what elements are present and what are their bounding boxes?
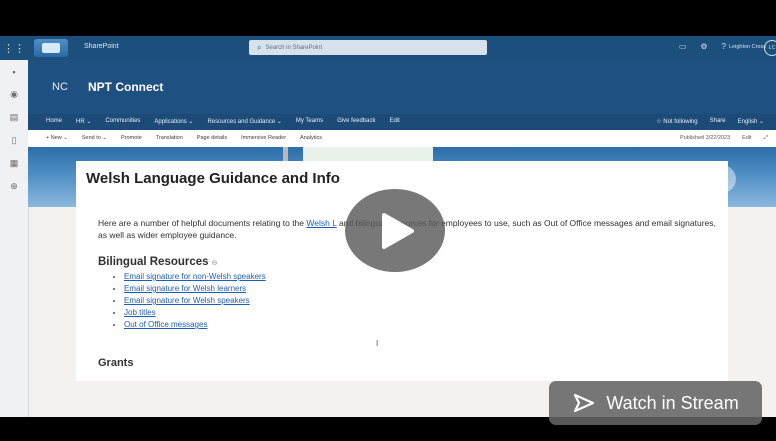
nav-item-my-teams[interactable]: My Teams — [296, 118, 323, 125]
list-item: Email signature for Welsh speakers — [124, 295, 266, 307]
share-button[interactable]: Share — [710, 118, 726, 125]
watch-in-stream-label: Watch in Stream — [606, 392, 739, 413]
list-item: Out of Office messages — [124, 319, 266, 331]
resource-link[interactable]: Job titles — [124, 308, 156, 317]
site-logo[interactable]: NC — [52, 81, 68, 93]
play-button[interactable] — [345, 189, 445, 272]
settings-icon[interactable]: ⚙ — [700, 42, 707, 51]
app-name[interactable]: SharePoint — [84, 43, 119, 50]
sharepoint-logo[interactable] — [34, 39, 68, 57]
text-cursor-icon: I — [376, 339, 379, 348]
list-item: Email signature for Welsh learners — [124, 283, 266, 295]
list-icon[interactable]: ▦ — [0, 152, 28, 175]
link-icon[interactable]: ⊖ — [212, 260, 218, 267]
nav-item-communities[interactable]: Communities — [105, 118, 140, 125]
site-header: NC NPT Connect — [28, 60, 776, 114]
watch-in-stream-button[interactable]: Watch in Stream — [549, 381, 762, 425]
resource-link[interactable]: Email signature for Welsh learners — [124, 284, 246, 293]
play-icon — [382, 212, 414, 249]
new-button[interactable]: + New ⌄ — [46, 135, 68, 141]
avatar[interactable]: LC — [764, 40, 776, 56]
list-item: Job titles — [124, 307, 266, 319]
user-name[interactable]: Leighton Cross — [729, 44, 766, 50]
immersive-reader-button[interactable]: Immersive Reader — [241, 135, 286, 141]
nav-item-home[interactable]: Home — [46, 118, 62, 125]
page-details-button[interactable]: Page details — [197, 135, 227, 141]
nav-item-give-feedback[interactable]: Give feedback — [337, 118, 375, 125]
published-date: Published 3/22/2023 — [679, 135, 731, 141]
nav-item-applications[interactable]: Applications ⌄ — [154, 118, 193, 125]
intro-text-start: Here are a number of helpful documents r… — [98, 218, 307, 228]
section-heading-grants: Grants — [98, 357, 134, 369]
nav-actions: ☆ Not following Share English ⌄ — [656, 118, 764, 125]
search-placeholder: Search in SharePoint — [265, 44, 323, 51]
list-item: Email signature for non-Welsh speakers — [124, 271, 266, 283]
resource-link[interactable]: Email signature for Welsh speakers — [124, 296, 250, 305]
nav-item-hr[interactable]: HR ⌄ — [76, 118, 91, 125]
help-icon[interactable]: ? — [722, 42, 726, 51]
follow-button[interactable]: ☆ Not following — [656, 118, 697, 125]
translation-button[interactable]: Translation — [156, 135, 183, 141]
suite-icons: ▭ ⚙ ? — [679, 42, 726, 51]
search-box[interactable]: ⌕ Search in SharePoint — [249, 40, 487, 55]
add-icon[interactable]: ⊕ — [0, 175, 28, 198]
chat-icon[interactable]: ▭ — [679, 42, 687, 51]
command-bar: + New ⌄ Send to ⌄ Promote Translation Pa… — [28, 130, 776, 148]
section-heading-bilingual-text: Bilingual Resources — [98, 256, 209, 268]
news-icon[interactable]: ▤ — [0, 106, 28, 129]
send-to-button[interactable]: Send to ⌄ — [82, 135, 107, 141]
stream-icon — [574, 393, 595, 413]
resource-link[interactable]: Email signature for non-Welsh speakers — [124, 272, 266, 281]
language-select[interactable]: English ⌄ — [738, 118, 764, 125]
welsh-language-link[interactable]: Welsh L — [306, 218, 336, 228]
nav-items: Home HR ⌄ Communities Applications ⌄ Res… — [46, 118, 400, 125]
analytics-button[interactable]: Analytics — [300, 135, 322, 141]
globe-icon[interactable]: ◉ — [0, 83, 28, 106]
file-icon[interactable]: ▯ — [0, 129, 28, 152]
suite-bar: ⋮⋮ SharePoint ⌕ Search in SharePoint ▭ ⚙… — [0, 36, 776, 60]
promote-button[interactable]: Promote — [121, 135, 142, 141]
edit-button[interactable]: Edit — [742, 135, 751, 142]
expand-icon[interactable]: ⤢ — [764, 135, 768, 142]
left-rail: ▪ ◉ ▤ ▯ ▦ ⊕ — [0, 60, 29, 417]
resource-link[interactable]: Out of Office messages — [124, 320, 207, 329]
section-heading-bilingual: Bilingual Resources ⊖ — [98, 256, 217, 268]
site-nav: Home HR ⌄ Communities Applications ⌄ Res… — [28, 114, 776, 130]
site-title[interactable]: NPT Connect — [88, 80, 163, 94]
command-items: + New ⌄ Send to ⌄ Promote Translation Pa… — [46, 135, 322, 141]
home-icon[interactable]: ▪ — [0, 60, 28, 83]
resource-list: Email signature for non-Welsh speakers E… — [110, 271, 266, 331]
nav-item-edit[interactable]: Edit — [389, 118, 399, 125]
command-right: Published 3/22/2023 Edit ⤢ — [680, 135, 768, 142]
waffle-icon[interactable]: ⋮⋮ — [0, 36, 28, 60]
search-icon: ⌕ — [257, 42, 262, 52]
nav-item-resources[interactable]: Resources and Guidance ⌄ — [207, 118, 281, 125]
page-title: Welsh Language Guidance and Info — [86, 170, 340, 187]
